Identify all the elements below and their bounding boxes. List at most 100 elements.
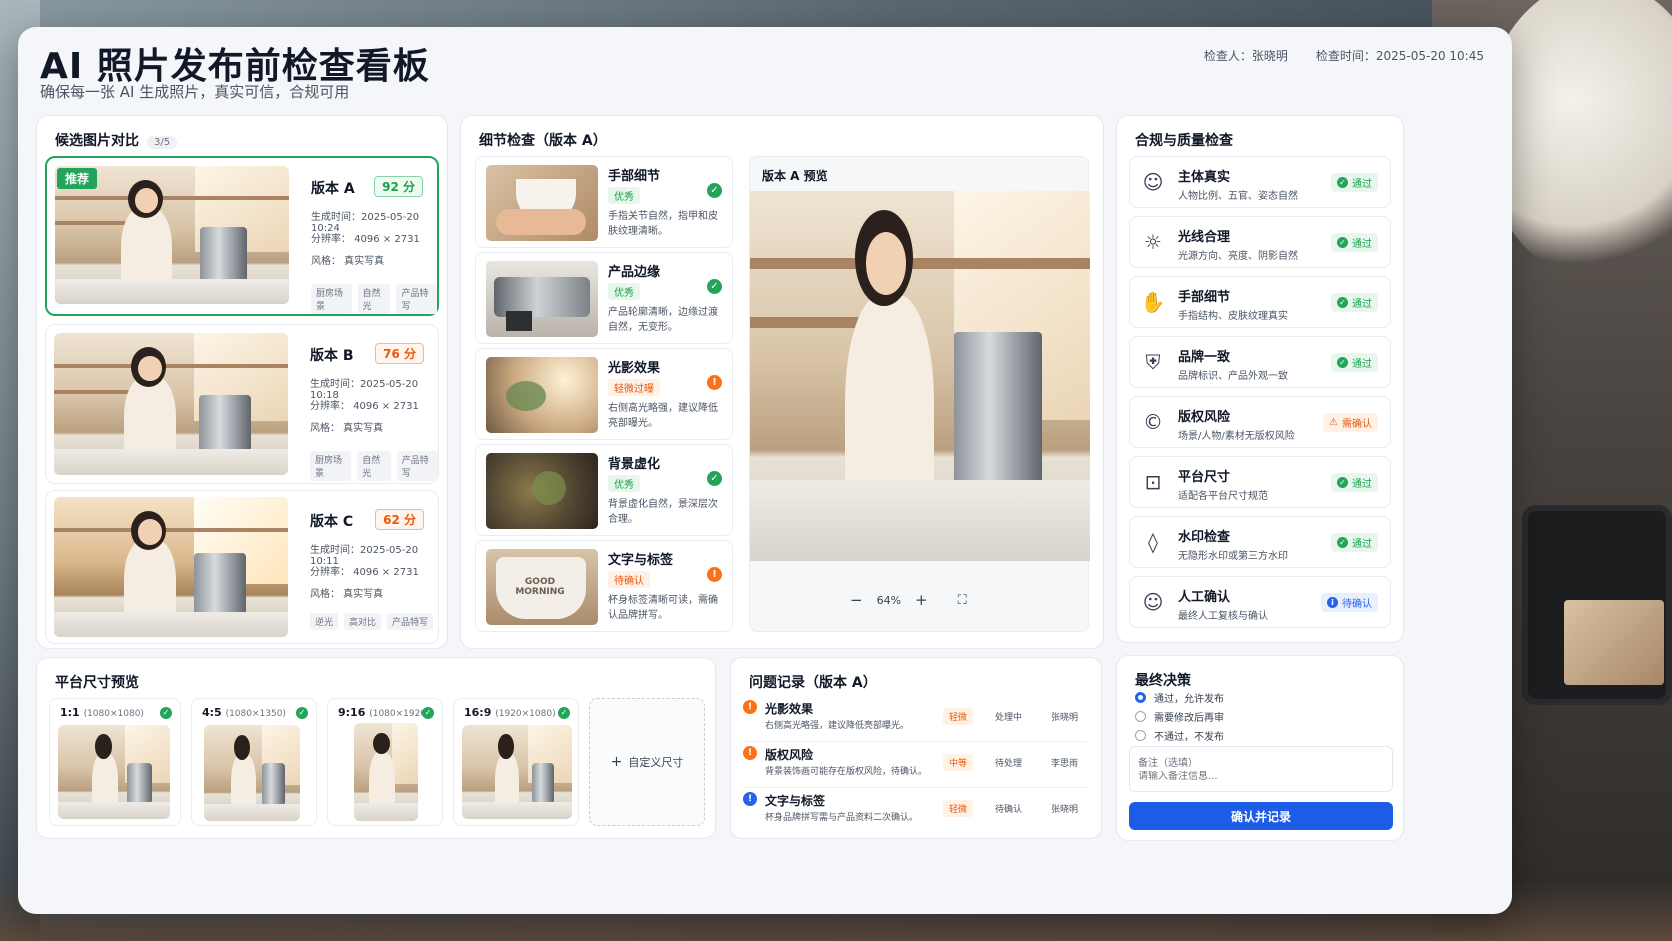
dashboard-panel: AI 照片发布前检查看板 确保每一张 AI 生成照片，真实可信，合规可用 检查人… xyxy=(18,27,1512,914)
detail-level: 优秀 xyxy=(608,283,640,300)
comp-desc: 无隐形水印或第三方水印 xyxy=(1178,551,1288,562)
details-card: 细节检查（版本 A） 手部细节 优秀 手指关节自然，指甲和皮肤纹理清晰。 ✓ 产… xyxy=(460,115,1104,649)
comp-name: 主体真实 xyxy=(1178,170,1231,185)
pending-badge: i 待确认 xyxy=(1321,593,1378,612)
detail-desc: 手指关节自然，指甲和皮肤纹理清晰。 xyxy=(608,211,718,237)
pass-badge: ✓ 通过 xyxy=(1331,293,1378,312)
size-16-9[interactable]: 16:9 (1920×1080) ✓ xyxy=(453,698,579,826)
radio-selected[interactable] xyxy=(1135,692,1146,703)
issue-owner: 张晓明 xyxy=(1051,713,1079,723)
issue-row[interactable]: ! 光影效果 右侧高光略强，建议降低亮部曝光。 轻微 处理中 张晓明 xyxy=(743,698,1087,742)
warning-icon: ! xyxy=(743,700,757,714)
preview-image[interactable] xyxy=(750,191,1090,561)
tag: 逆光 xyxy=(310,613,339,630)
issue-owner: 张晓明 xyxy=(1051,805,1079,815)
sun-icon: ☼ xyxy=(1144,230,1162,254)
tag: 厨房场景 xyxy=(310,451,352,481)
severity-badge: 轻微 xyxy=(943,800,974,817)
pass-badge: ✓ 通过 xyxy=(1331,353,1378,372)
zoom-in-button[interactable]: + xyxy=(915,591,928,609)
candidate-b[interactable]: 版本 B 76 分 生成时间：2025-05-20 10:18 分辨率： 409… xyxy=(45,324,439,484)
check-icon: ✓ xyxy=(558,707,570,719)
option-revise[interactable]: 需要修改后再审 xyxy=(1135,709,1224,724)
detail-hands[interactable]: 手部细节 优秀 手指关节自然，指甲和皮肤纹理清晰。 ✓ xyxy=(475,156,733,248)
comp-lighting[interactable]: ☼ 光线合理 光源方向、亮度、阴影自然 ✓ 通过 xyxy=(1129,216,1391,268)
candidate-score: 76 分 xyxy=(375,343,424,364)
candidate-a[interactable]: 推荐 版本 A 92 分 生成时间：2025-05-20 10:24 分辨率： … xyxy=(45,156,439,316)
detail-lighting[interactable]: 光影效果 轻微过曝 右侧高光略强，建议降低亮部曝光。 ! xyxy=(475,348,733,440)
comp-manual[interactable]: ☺ 人工确认 最终人工复核与确认 i 待确认 xyxy=(1129,576,1391,628)
option-reject[interactable]: 不通过，不发布 xyxy=(1135,728,1224,743)
detail-name: 手部细节 xyxy=(608,169,661,184)
ruler-icon: ⊡ xyxy=(1144,470,1162,494)
comp-desc: 手指结构、皮肤纹理真实 xyxy=(1178,311,1288,322)
confirm-button[interactable]: 确认并记录 xyxy=(1129,802,1393,830)
issue-row[interactable]: ! 文字与标签 杯身品牌拼写需与产品资料二次确认。 轻微 待确认 张晓明 xyxy=(743,790,1087,834)
issue-row[interactable]: ! 版权风险 背景装饰画可能存在版权风险，待确认。 中等 待处理 李思雨 xyxy=(743,744,1087,788)
candidate-c[interactable]: 版本 C 62 分 生成时间：2025-05-20 10:11 分辨率： 409… xyxy=(45,490,439,644)
info-icon: i xyxy=(1327,597,1338,608)
edges-thumbnail xyxy=(486,261,598,337)
candidate-res: 分辨率： 4096 × 2731 xyxy=(310,401,419,412)
tag: 自然光 xyxy=(357,451,391,481)
cup-thumbnail: GOOD MORNING xyxy=(486,549,598,625)
candidate-style: 风格： 真实写真 xyxy=(310,423,384,434)
detail-edges[interactable]: 产品边缘 优秀 产品轮廓清晰，边缘过渡自然，无变形。 ✓ xyxy=(475,252,733,344)
fullscreen-icon[interactable]: ⛶ xyxy=(958,593,967,608)
candidate-name: 版本 C xyxy=(310,514,354,530)
recommend-badge: 推荐 xyxy=(57,168,98,189)
candidate-b-photo xyxy=(54,333,288,475)
comp-brand[interactable]: ⛨ 品牌一致 品牌标识、产品外观一致 ✓ 通过 xyxy=(1129,336,1391,388)
candidate-style: 风格： 真实写真 xyxy=(310,589,384,600)
size-1-1[interactable]: 1:1 (1080×1080) ✓ xyxy=(49,698,181,826)
detail-level: 待确认 xyxy=(608,571,650,588)
check-icon: ✓ xyxy=(1337,177,1348,188)
compliance-title: 合规与质量检查 xyxy=(1135,133,1233,149)
size-thumbnail xyxy=(204,725,300,821)
detail-bokeh[interactable]: 背景虚化 优秀 背景虚化自然，景深层次合理。 ✓ xyxy=(475,444,733,536)
comp-hands[interactable]: ✋ 手部细节 手指结构、皮肤纹理真实 ✓ 通过 xyxy=(1129,276,1391,328)
radio[interactable] xyxy=(1135,711,1146,722)
zoom-level: 64% xyxy=(876,593,902,607)
tag: 产品特写 xyxy=(396,284,437,314)
candidate-score: 62 分 xyxy=(375,509,424,530)
radio[interactable] xyxy=(1135,730,1146,741)
tag: 产品特写 xyxy=(396,451,438,481)
comp-name: 品牌一致 xyxy=(1178,350,1231,365)
option-approve[interactable]: 通过，允许发布 xyxy=(1135,690,1224,705)
preview-title: 版本 A 预览 xyxy=(762,169,828,183)
user-check-icon: ☺ xyxy=(1142,590,1164,614)
warning-icon: ! xyxy=(743,746,757,760)
check-icon: ✓ xyxy=(296,707,308,719)
detail-name: 背景虚化 xyxy=(608,457,661,472)
detail-level: 优秀 xyxy=(608,187,640,204)
comp-watermark[interactable]: ◊ 水印检查 无隐形水印或第三方水印 ✓ 通过 xyxy=(1129,516,1391,568)
candidates-card: 候选图片对比 3/5 推荐 版本 A 92 分 生成时间：2025-05-20 1… xyxy=(36,115,448,649)
check-icon: ✓ xyxy=(422,707,434,719)
comp-subject[interactable]: ☺ 主体真实 人物比例、五官、姿态自然 ✓ 通过 xyxy=(1129,156,1391,208)
size-thumbnail xyxy=(58,725,170,819)
detail-level: 优秀 xyxy=(608,475,640,492)
note-input[interactable] xyxy=(1138,771,1378,782)
size-9-16[interactable]: 9:16 (1080×1920) ✓ xyxy=(327,698,443,826)
plus-icon: + xyxy=(610,754,623,770)
decision-title: 最终决策 xyxy=(1135,673,1191,689)
issue-status: 待确认 xyxy=(995,805,1023,815)
pass-badge: ✓ 通过 xyxy=(1331,233,1378,252)
comp-size[interactable]: ⊡ 平台尺寸 适配各平台尺寸规范 ✓ 通过 xyxy=(1129,456,1391,508)
warning-icon: ! xyxy=(707,567,722,582)
inspect-time: 检查时间：2025-05-20 10:45 xyxy=(1315,49,1484,63)
size-4-5[interactable]: 4:5 (1080×1350) ✓ xyxy=(191,698,317,826)
size-thumbnail xyxy=(354,723,418,821)
comp-name: 人工确认 xyxy=(1178,590,1231,605)
zoom-out-button[interactable]: − xyxy=(850,591,863,609)
comp-desc: 场景/人物/素材无版权风险 xyxy=(1178,431,1295,442)
candidates-count: 3/5 xyxy=(147,136,178,149)
detail-text-label[interactable]: GOOD MORNING 文字与标签 待确认 杯身标签清晰可读，需确认品牌拼写。… xyxy=(475,540,733,632)
bokeh-thumbnail xyxy=(486,453,598,529)
custom-size-button[interactable]: + 自定义尺寸 xyxy=(589,698,705,826)
issues-title: 问题记录（版本 A） xyxy=(749,675,877,691)
comp-copyright[interactable]: © 版权风险 场景/人物/素材无版权风险 ⚠ 需确认 xyxy=(1129,396,1391,448)
check-icon: ✓ xyxy=(707,471,722,486)
inspector: 检查人：张晓明 xyxy=(1203,49,1288,63)
